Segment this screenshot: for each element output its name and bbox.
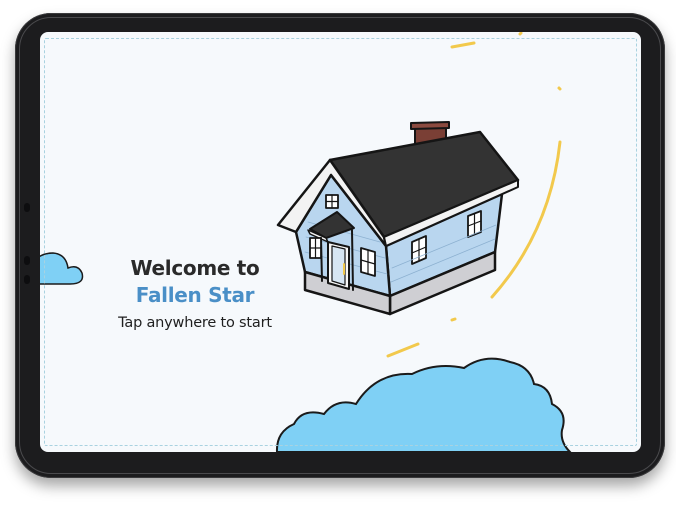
tap-to-start-area[interactable] <box>40 32 641 452</box>
volume-down-button <box>24 256 30 265</box>
volume-up-button <box>24 203 30 212</box>
game-screen[interactable]: Welcome to Fallen Star Tap anywhere to s… <box>40 32 641 452</box>
camera-dot <box>24 275 30 284</box>
